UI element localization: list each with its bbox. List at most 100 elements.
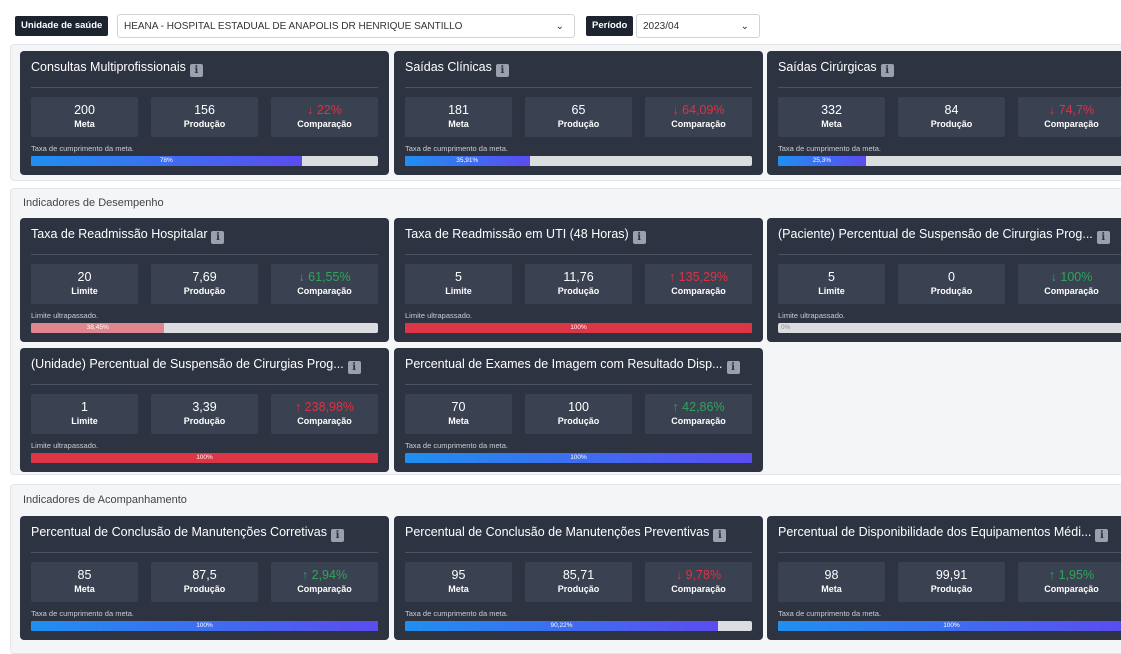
info-icon[interactable]: i [713,529,727,542]
card-divider [405,254,752,255]
info-icon[interactable]: i [347,361,361,374]
comparison-stat: ↑ 238,98% Comparação [271,394,378,434]
section-top: Consultas Multiprofissionais i 200 Meta 1… [10,44,1121,181]
period-select-value: 2023/04 [643,21,680,32]
info-icon[interactable]: i [1096,231,1110,244]
progress-caption: Limite ultrapassado. [31,441,99,450]
progress-bar: 90,22% [405,621,752,631]
comparison-label: Comparação [671,286,726,296]
card-title-text: Saídas Cirúrgicas [778,60,877,74]
target-stat: 200 Meta [31,97,138,137]
progress-bar: 0% [778,323,1121,333]
comparison-stat: ↓ 74,7% Comparação [1018,97,1121,137]
production-label: Produção [930,286,973,296]
info-icon[interactable]: i [189,64,203,77]
target-value: 98 [824,568,839,582]
section-title: Indicadores de Desempenho [23,197,164,209]
progress-fill: 100% [405,323,752,333]
card-divider [778,552,1121,553]
card-divider [31,552,378,553]
production-value: 100 [568,400,589,414]
info-icon[interactable]: i [880,64,894,77]
target-stat: 1 Limite [31,394,138,434]
comparison-label: Comparação [1044,119,1099,129]
card-title-text: Taxa de Readmissão em UTI (48 Horas) [405,227,629,241]
comparison-value: ↓ 9,78% [675,568,722,582]
card-title-text: Percentual de Conclusão de Manutenções C… [31,525,328,539]
card-title-text: Percentual de Disponibilidade dos Equipa… [778,525,1092,539]
card-title: Consultas Multiprofissionais i [31,60,203,77]
progress-fill: 78% [31,156,302,166]
progress-caption: Taxa de cumprimento da meta. [778,609,881,618]
chevron-down-icon: ⌄ [740,21,749,32]
production-stat: 11,76 Produção [525,264,632,304]
production-value: 87,5 [192,568,217,582]
progress-bar: 100% [31,453,378,463]
comparison-stat: ↓ 64,09% Comparação [645,97,752,137]
target-stat: 5 Limite [405,264,512,304]
card-title-text: Percentual de Exames de Imagem com Resul… [405,357,723,371]
target-label: Meta [448,584,469,594]
progress-fill: 25,3% [778,156,866,166]
comparison-value: ↓ 64,09% [672,103,725,117]
info-icon[interactable]: i [726,361,740,374]
unit-filter-label: Unidade de saúde [15,16,109,36]
comparison-label: Comparação [297,416,352,426]
card-title: Percentual de Exames de Imagem com Resul… [405,357,740,374]
card-divider [405,384,752,385]
card-divider [778,87,1121,88]
comparison-stat: ↑ 2,94% Comparação [271,562,378,602]
target-value: 1 [81,400,88,414]
production-stat: 3,39 Produção [151,394,258,434]
info-icon[interactable]: i [1095,529,1109,542]
card-divider [31,384,378,385]
progress-fill: 90,22% [405,621,719,631]
card-title-text: Taxa de Readmissão Hospitalar [31,227,208,241]
indicator-card: Taxa de Readmissão em UTI (48 Horas) i 5 … [394,218,763,342]
target-value: 95 [451,568,466,582]
target-value: 332 [821,103,842,117]
info-icon[interactable]: i [632,231,646,244]
unit-select[interactable]: HEANA - HOSPITAL ESTADUAL DE ANAPOLIS DR… [117,14,575,38]
production-label: Produção [183,416,226,426]
production-label: Produção [183,119,226,129]
target-value: 5 [455,270,462,284]
comparison-stat: ↑ 135,29% Comparação [645,264,752,304]
card-title: Taxa de Readmissão Hospitalar i [31,227,225,244]
section-desempenho: Indicadores de Desempenho Taxa de Readmi… [10,188,1121,475]
target-value: 85 [77,568,92,582]
comparison-stat: ↓ 61,55% Comparação [271,264,378,304]
target-stat: 70 Meta [405,394,512,434]
indicator-card: Saídas Cirúrgicas i 332 Meta 84 Produção … [767,51,1121,175]
progress-bar: 100% [405,453,752,463]
info-icon[interactable]: i [331,529,345,542]
comparison-label: Comparação [671,119,726,129]
target-label: Meta [821,119,842,129]
comparison-value: ↓ 100% [1050,270,1093,284]
card-title-text: Saídas Clínicas [405,60,492,74]
comparison-value: ↑ 1,95% [1048,568,1095,582]
target-value: 5 [828,270,835,284]
production-value: 11,76 [563,270,594,284]
card-title-text: (Paciente) Percentual de Suspensão de Ci… [778,227,1093,241]
production-value: 99,91 [935,568,968,582]
progress-fill: 35,91% [405,156,530,166]
section-title: Indicadores de Acompanhamento [23,494,187,506]
production-stat: 99,91 Produção [898,562,1005,602]
comparison-value: ↑ 42,86% [672,400,725,414]
info-icon[interactable]: i [495,64,509,77]
production-stat: 156 Produção [151,97,258,137]
comparison-label: Comparação [297,584,352,594]
target-label: Meta [448,119,469,129]
period-select[interactable]: 2023/04 ⌄ [636,14,760,38]
progress-caption: Limite ultrapassado. [778,311,846,320]
progress-caption: Taxa de cumprimento da meta. [31,609,134,618]
indicator-card: Percentual de Conclusão de Manutenções P… [394,516,763,640]
production-stat: 84 Produção [898,97,1005,137]
card-title: Taxa de Readmissão em UTI (48 Horas) i [405,227,646,244]
indicator-card: Percentual de Exames de Imagem com Resul… [394,348,763,472]
info-icon[interactable]: i [211,231,225,244]
comparison-value: ↑ 135,29% [668,270,729,284]
progress-caption: Taxa de cumprimento da meta. [31,144,134,153]
card-divider [405,87,752,88]
